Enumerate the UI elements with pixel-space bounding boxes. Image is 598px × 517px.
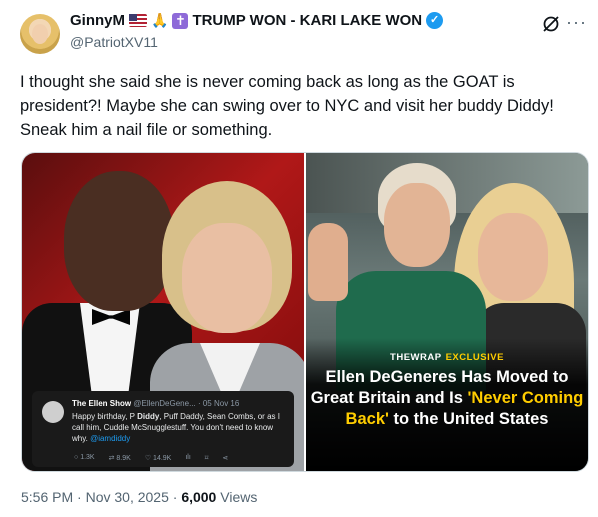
media-image-right[interactable]: THEWRAP EXCLUSIVE Ellen DeGeneres Has Mov…: [306, 153, 588, 471]
author-display-suffix[interactable]: TRUMP WON - KARI LAKE WON: [192, 12, 422, 29]
tweet-text: I thought she said she is never coming b…: [20, 73, 554, 139]
avatar[interactable]: [20, 14, 60, 54]
folded-hands-icon: 🙏: [151, 12, 169, 28]
waving-hand: [308, 223, 348, 301]
tweet-post: GinnyM 🙏 ✝ TRUMP WON - KARI LAKE WON ✓ @…: [0, 0, 598, 517]
author-display-name[interactable]: GinnyM: [70, 12, 125, 29]
reply-count-icon: ○ 1.3K: [74, 454, 95, 461]
wrap-exclusive-tag: THEWRAP EXCLUSIVE: [390, 352, 504, 363]
media-grid[interactable]: The Ellen Show @EllenDeGene... · 05 Nov …: [21, 152, 589, 472]
embedded-avatar: [42, 401, 64, 423]
article-headline: Ellen DeGeneres Has Moved to Great Brita…: [310, 368, 584, 428]
more-options-icon[interactable]: ···: [566, 12, 587, 33]
share-icon: ⋖: [222, 455, 229, 462]
views-bar-icon: ılı: [185, 454, 191, 461]
grok-slash-icon[interactable]: [541, 14, 561, 34]
embedded-tweet-body: Happy birthday, P Diddy, Puff Daddy, Sea…: [72, 412, 280, 443]
bookmark-icon: ⌑: [204, 455, 209, 462]
us-flag-icon: [129, 14, 147, 27]
like-count-icon: ♡ 14.9K: [144, 455, 172, 462]
embedded-tweet-stats: ○ 1.3K ⇄ 8.9K ♡ 14.9K ılı ⌑ ⋖: [74, 454, 228, 462]
retweet-count-icon: ⇄ 8.9K: [108, 455, 131, 462]
media-image-left[interactable]: The Ellen Show @EllenDeGene... · 05 Nov …: [22, 153, 304, 471]
author-name-row[interactable]: GinnyM 🙏 ✝ TRUMP WON - KARI LAKE WON ✓: [70, 12, 444, 29]
views-count[interactable]: 6,000: [181, 489, 216, 505]
embedded-tweet-header: The Ellen Show @EllenDeGene... · 05 Nov …: [72, 399, 240, 408]
latin-cross-icon: ✝: [172, 12, 189, 29]
author-handle[interactable]: @PatriotXV11: [70, 34, 158, 50]
post-timestamp[interactable]: 5:56 PM · Nov 30, 2025 · 6,000 Views: [21, 489, 257, 505]
verified-badge-icon[interactable]: ✓: [426, 12, 444, 29]
